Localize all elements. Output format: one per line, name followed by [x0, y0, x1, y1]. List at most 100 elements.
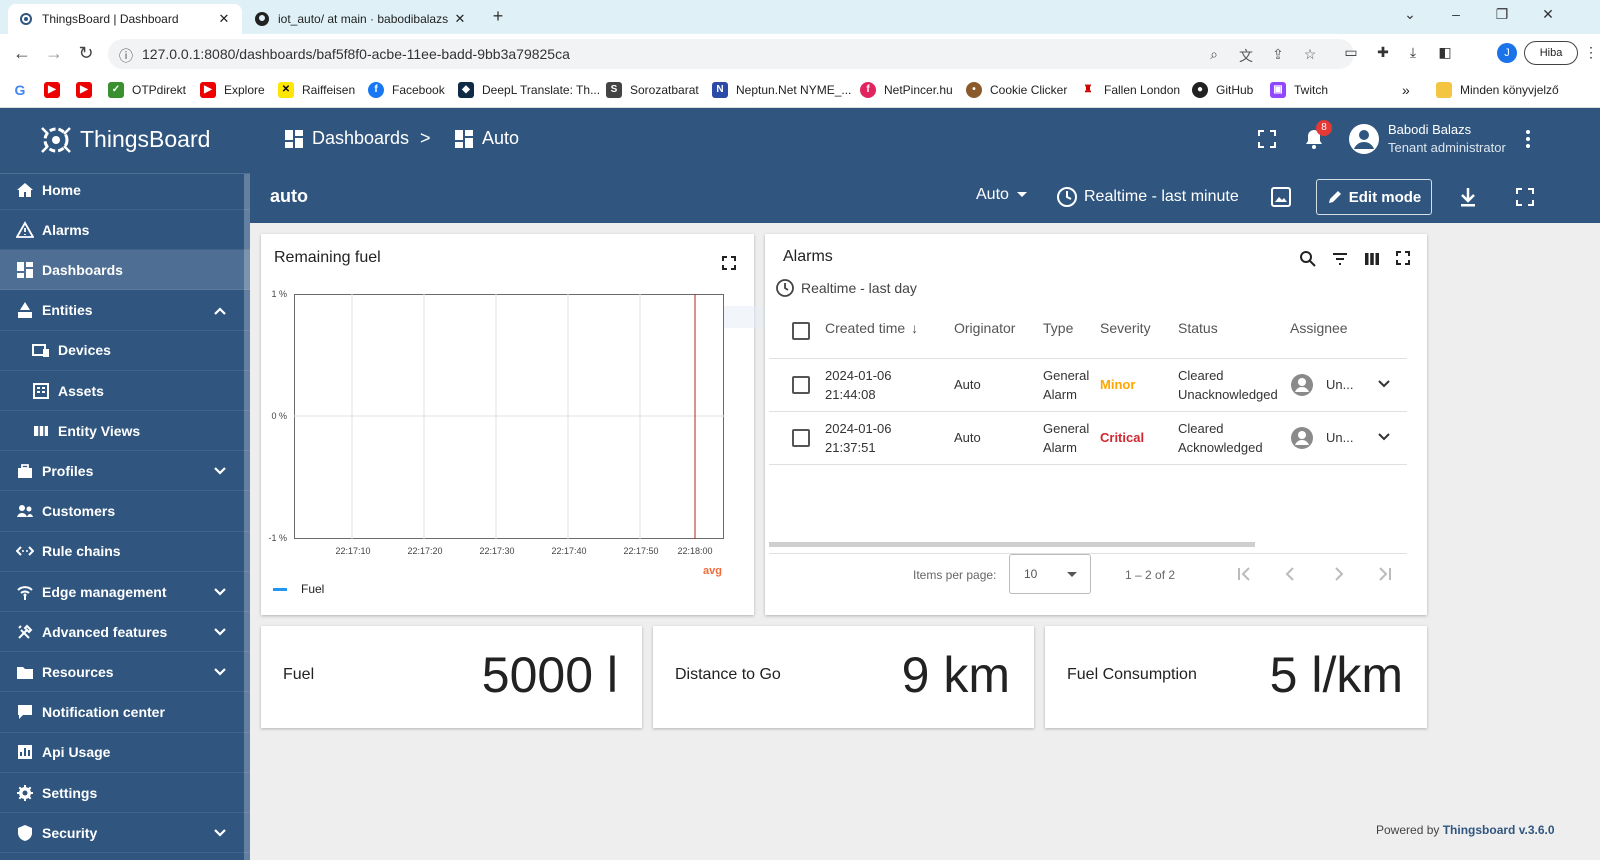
columns-icon[interactable]: [1363, 250, 1381, 268]
filter-icon[interactable]: [1331, 250, 1349, 268]
fullscreen-icon[interactable]: [1258, 130, 1276, 148]
select-all-checkbox[interactable]: [792, 322, 810, 340]
row-checkbox[interactable]: [792, 376, 810, 394]
browser-tab-thingsboard[interactable]: ThingsBoard | Dashboard ✕: [8, 4, 242, 34]
sidebar-item-assets[interactable]: Assets: [0, 371, 250, 411]
search-icon[interactable]: [1299, 250, 1317, 268]
bookmarks-folder[interactable]: Minden könyvjelző: [1436, 82, 1559, 98]
sidebar-item-home[interactable]: Home: [0, 170, 250, 210]
column-header-status[interactable]: Status: [1178, 320, 1218, 336]
bookmarks-overflow-button[interactable]: »: [1402, 82, 1410, 98]
bookmark-fallen-london[interactable]: ♜ Fallen London: [1080, 82, 1181, 98]
new-tab-icon[interactable]: +: [488, 6, 508, 26]
site-info-icon[interactable]: ⓘ: [118, 46, 134, 64]
user-avatar-icon[interactable]: [1348, 123, 1380, 155]
sidebar-item-profiles[interactable]: Profiles: [0, 451, 250, 492]
bookmark-netpincer[interactable]: f NetPincer.hu: [860, 82, 953, 98]
table-row[interactable]: 2024-01-06 21:44:08 Auto General Alarm Min…: [769, 359, 1407, 411]
widget-fullscreen-icon[interactable]: [722, 256, 736, 270]
extension-cast-icon[interactable]: ▭: [1342, 44, 1360, 62]
sidebar-item-customers[interactable]: Customers: [0, 492, 250, 532]
widget-fullscreen-icon[interactable]: [1396, 251, 1410, 265]
bookmark-google[interactable]: G: [12, 82, 36, 98]
column-header-severity[interactable]: Severity: [1100, 320, 1151, 336]
column-header-created-time[interactable]: Created time ↓: [825, 320, 918, 336]
profile-avatar[interactable]: J: [1497, 43, 1517, 63]
chevron-up-icon[interactable]: [212, 303, 228, 319]
sidebar-item-edge-management[interactable]: Edge management: [0, 572, 250, 612]
browser-tab-github[interactable]: iot_auto/ at main · babodibalazs ✕: [244, 4, 478, 34]
close-tab-icon[interactable]: ✕: [216, 11, 232, 27]
bookmark-neptun[interactable]: N Neptun.Net NYME_...: [712, 82, 851, 98]
next-page-icon[interactable]: [1329, 565, 1347, 583]
breadcrumb-dashboards[interactable]: Dashboards: [284, 128, 409, 149]
column-header-originator[interactable]: Originator: [954, 320, 1015, 336]
sidebar-item-rule-chains[interactable]: Rule chains: [0, 532, 250, 572]
share-icon[interactable]: ⇪: [1270, 46, 1286, 62]
bookmark-deepl[interactable]: ◆ DeepL Translate: Th...: [458, 82, 600, 98]
fullscreen-icon[interactable]: [1516, 188, 1534, 206]
address-bar[interactable]: ⓘ 127.0.0.1:8080/dashboards/baf5f8f0-acb…: [108, 39, 1354, 69]
sidebar-item-devices[interactable]: Devices: [0, 331, 250, 371]
sidebar-item-security[interactable]: Security: [0, 813, 250, 854]
sidebar-item-resources[interactable]: Resources: [0, 652, 250, 693]
close-tab-icon[interactable]: ✕: [452, 11, 468, 27]
more-vert-icon[interactable]: [1524, 129, 1532, 149]
minimize-icon[interactable]: –: [1446, 6, 1466, 26]
first-page-icon[interactable]: [1235, 565, 1253, 583]
table-horizontal-scrollbar[interactable]: [769, 542, 1255, 547]
bookmark-star-icon[interactable]: ☆: [1302, 46, 1318, 62]
profile-error-badge[interactable]: Hiba: [1524, 41, 1578, 65]
timewindow-button[interactable]: Realtime - last minute: [1056, 186, 1239, 208]
zoom-search-icon[interactable]: ⌕: [1206, 46, 1222, 62]
bookmark-twitch[interactable]: ▣ Twitch: [1270, 82, 1328, 98]
row-checkbox[interactable]: [792, 429, 810, 447]
browser-menu-icon[interactable]: ⋮: [1582, 44, 1600, 62]
translate-icon[interactable]: 文: [1238, 46, 1254, 64]
logo[interactable]: ThingsBoard: [0, 108, 250, 174]
downloads-icon[interactable]: ⤓: [1404, 44, 1422, 62]
bookmark-explore[interactable]: ▶ Explore: [200, 82, 265, 98]
bookmark-otpdirekt[interactable]: ✓ OTPdirekt: [108, 82, 186, 98]
close-window-icon[interactable]: ✕: [1538, 6, 1558, 26]
sidebar-item-api-usage[interactable]: Api Usage: [0, 733, 250, 773]
expand-chevron-icon[interactable]: [1377, 432, 1391, 442]
forward-icon[interactable]: →: [44, 43, 64, 63]
export-image-icon[interactable]: [1270, 186, 1292, 208]
bookmark-github[interactable]: ● GitHub: [1192, 82, 1253, 98]
chevron-down-icon[interactable]: [212, 624, 228, 640]
previous-page-icon[interactable]: [1282, 565, 1300, 583]
chart-legend-item[interactable]: Fuel: [273, 582, 324, 596]
sidebar-item-dashboards[interactable]: Dashboards: [0, 250, 250, 291]
restore-icon[interactable]: ❐: [1492, 6, 1512, 26]
extensions-puzzle-icon[interactable]: ✚: [1374, 44, 1392, 62]
side-panel-icon[interactable]: ◧: [1436, 44, 1454, 62]
column-header-assignee[interactable]: Assignee: [1290, 320, 1348, 336]
expand-chevron-icon[interactable]: [1377, 379, 1391, 389]
bookmark-cookie-clicker[interactable]: • Cookie Clicker: [966, 82, 1067, 98]
sidebar-scrollbar[interactable]: [244, 174, 250, 860]
chevron-down-icon[interactable]: [212, 463, 228, 479]
tab-search-icon[interactable]: ⌄: [1400, 6, 1420, 26]
sidebar-item-entity-views[interactable]: Entity Views: [0, 411, 250, 452]
sidebar-item-alarms[interactable]: Alarms: [0, 210, 250, 251]
bookmark-youtube[interactable]: ▶: [44, 82, 68, 98]
sidebar-item-notification-center[interactable]: Notification center: [0, 693, 250, 733]
sidebar-item-advanced-features[interactable]: Advanced features: [0, 612, 250, 653]
bookmark-sorozatbarat[interactable]: S Sorozatbarat: [606, 82, 699, 98]
dashboard-state-select[interactable]: Auto: [976, 186, 1029, 204]
notifications-button[interactable]: 8: [1304, 120, 1332, 150]
last-page-icon[interactable]: [1376, 565, 1394, 583]
download-icon[interactable]: [1458, 186, 1478, 208]
table-row[interactable]: 2024-01-06 21:37:51 Auto General Alarm Cri…: [769, 412, 1407, 464]
powered-brand-link[interactable]: Thingsboard v.3.6.0: [1443, 823, 1555, 837]
bookmark-raiffeisen[interactable]: ✕ Raiffeisen: [278, 82, 355, 98]
column-header-type[interactable]: Type: [1043, 320, 1073, 336]
items-per-page-select[interactable]: 10: [1009, 554, 1091, 594]
reload-icon[interactable]: ↻: [76, 43, 96, 63]
sidebar-item-entities[interactable]: Entities: [0, 291, 250, 331]
chevron-down-icon[interactable]: [212, 584, 228, 600]
bookmark-youtube[interactable]: ▶: [76, 82, 100, 98]
edit-mode-button[interactable]: Edit mode: [1316, 179, 1432, 215]
chevron-down-icon[interactable]: [212, 825, 228, 841]
